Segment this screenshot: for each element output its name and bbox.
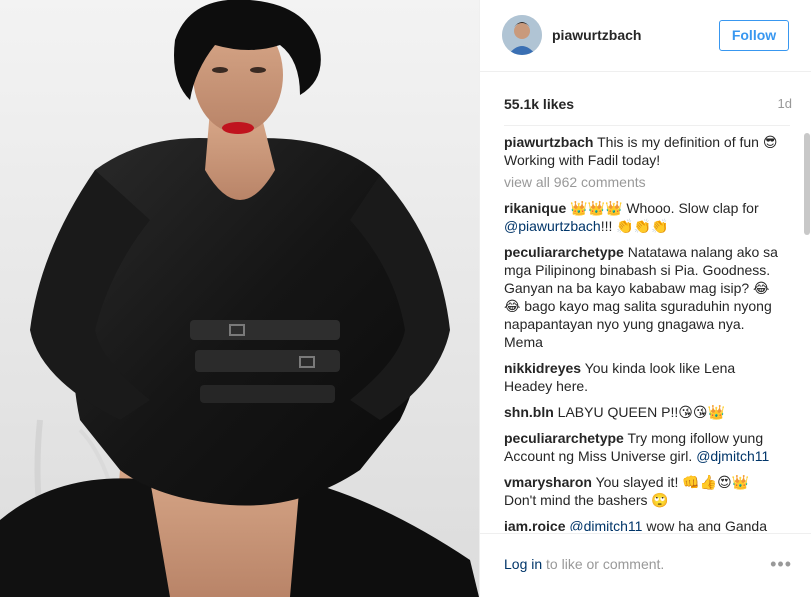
comment-username[interactable]: peculiararchetype [504, 244, 624, 260]
caption-username[interactable]: piawurtzbach [504, 134, 593, 150]
post-details-panel: piawurtzbach Follow 55.1k likes 1d piawu… [479, 0, 811, 597]
comment-mention[interactable]: @djmitch11 [569, 518, 642, 531]
post-photo[interactable] [0, 0, 479, 597]
comment-username[interactable]: nikkidreyes [504, 360, 581, 376]
caption: piawurtzbach This is my definition of fu… [504, 133, 784, 169]
post-time[interactable]: 1d [778, 96, 792, 111]
comment-text: LABYU QUEEN P!!😘😘👑 [557, 404, 725, 420]
comment-item: shn.bln LABYU QUEEN P!!😘😘👑 [504, 403, 784, 421]
comment-item: rikanique 👑👑👑 Whooo. Slow clap for @piaw… [504, 199, 784, 235]
comment-item: nikkidreyes You kinda look like Lena Hea… [504, 359, 784, 395]
post-footer: Log in to like or comment. ••• [480, 533, 811, 597]
view-all-comments-link[interactable]: view all 962 comments [504, 173, 784, 191]
username-link[interactable]: piawurtzbach [552, 27, 641, 43]
comment-item: vmarysharon You slayed it! 👊👍😍👑 Don't mi… [504, 473, 784, 509]
instagram-post-modal: piawurtzbach Follow 55.1k likes 1d piawu… [0, 0, 811, 597]
avatar[interactable] [502, 15, 542, 55]
comments-scrollbar[interactable] [804, 133, 810, 533]
login-link[interactable]: Log in [504, 556, 542, 572]
post-photo-illustration [0, 0, 479, 597]
scrollbar-thumb[interactable] [804, 133, 810, 235]
likes-count[interactable]: 55.1k likes [504, 96, 574, 112]
avatar-image [502, 15, 542, 55]
comment-item: peculiararchetype Try mong ifollow yung … [504, 429, 784, 465]
comment-mention[interactable]: @djmitch11 [696, 448, 769, 464]
comment-username[interactable]: vmarysharon [504, 474, 592, 490]
more-options-icon[interactable]: ••• [770, 554, 792, 575]
comment-item: peculiararchetype Natatawa nalang ako sa… [504, 243, 784, 351]
post-header: piawurtzbach Follow [480, 0, 811, 72]
comments-list[interactable]: piawurtzbach This is my definition of fu… [504, 133, 784, 531]
comment-username[interactable]: peculiararchetype [504, 430, 624, 446]
login-prompt-text: to like or comment. [542, 556, 665, 572]
comment-username[interactable]: rikanique [504, 200, 566, 216]
comment-mention[interactable]: @piawurtzbach [504, 218, 601, 234]
comment-text-after: !!! 👏👏👏 [600, 218, 669, 234]
divider [504, 125, 790, 126]
comment-username[interactable]: shn.bln [504, 404, 554, 420]
comment-username[interactable]: iam.roice [504, 518, 565, 531]
login-prompt: Log in to like or comment. [504, 556, 664, 572]
comment-text: 👑👑👑 Whooo. Slow clap for [570, 200, 759, 216]
follow-button[interactable]: Follow [719, 20, 789, 51]
likes-row: 55.1k likes 1d [504, 96, 792, 114]
comment-text-after: wow ha ang Ganda [642, 518, 767, 531]
comment-item: iam.roice @djmitch11 wow ha ang Ganda [504, 517, 784, 531]
